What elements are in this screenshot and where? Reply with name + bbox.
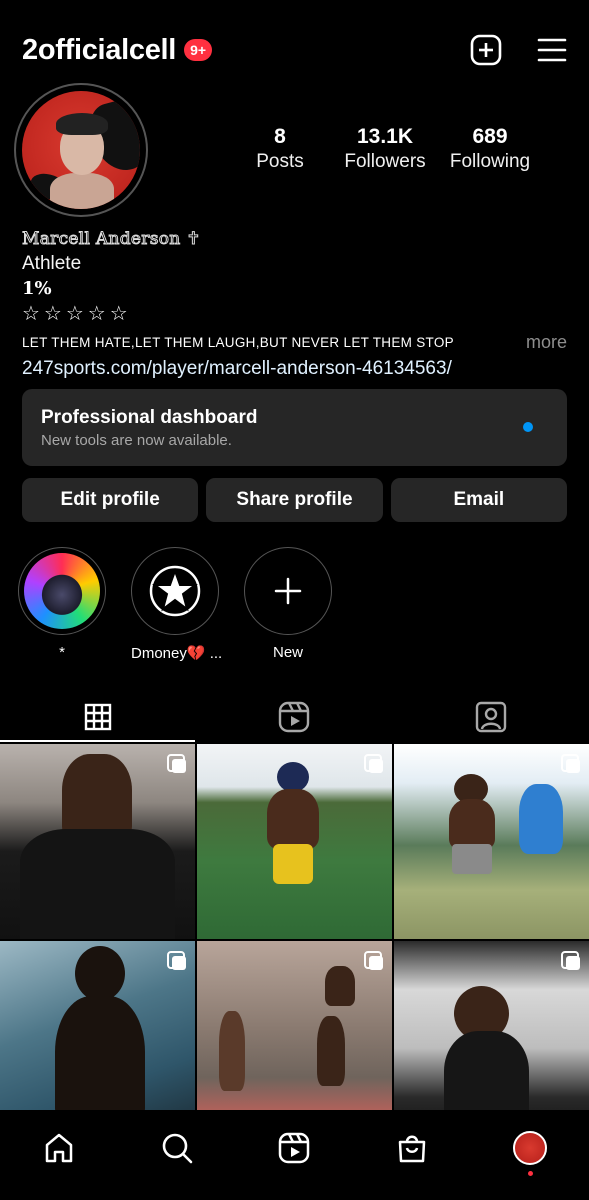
- home-icon: [45, 1133, 73, 1163]
- carousel-icon: [167, 951, 186, 970]
- tab-reels[interactable]: [196, 690, 392, 744]
- carousel-icon: [364, 951, 383, 970]
- post-thumbnail[interactable]: [394, 941, 589, 1136]
- nav-profile[interactable]: [510, 1128, 550, 1176]
- menu-icon[interactable]: [535, 33, 569, 67]
- posts-grid: [0, 744, 589, 1136]
- bio-stars: ☆☆☆☆☆: [22, 303, 132, 325]
- reels-icon: [279, 701, 310, 733]
- bio-motto: LET THEM HATE,LET THEM LAUGH,BUT NEVER L…: [22, 335, 454, 350]
- bio-category: Athlete: [22, 253, 82, 274]
- stat-following[interactable]: 689 Following: [440, 125, 540, 173]
- avatar-image: [22, 91, 140, 209]
- share-profile-button[interactable]: Share profile: [206, 478, 383, 522]
- new-highlight-button[interactable]: New: [244, 547, 332, 662]
- profile-actions: Edit profile Share profile Email: [22, 478, 567, 522]
- carousel-icon: [561, 754, 580, 773]
- highlight-cover: [131, 547, 219, 635]
- new-indicator-dot: [523, 422, 533, 432]
- bottom-navigation: [0, 1110, 589, 1200]
- post-thumbnail[interactable]: [197, 744, 392, 939]
- nav-reels[interactable]: [274, 1128, 314, 1168]
- profile-avatar-icon: [513, 1131, 548, 1165]
- highlight-label: *: [59, 644, 65, 661]
- stat-number: 689: [472, 125, 508, 148]
- bio-line: 1%: [22, 278, 52, 299]
- search-icon: [162, 1133, 192, 1164]
- dashboard-subtitle: New tools are now available.: [41, 432, 232, 449]
- nav-shop[interactable]: [392, 1128, 432, 1168]
- highlight-label: Dmoney💔 ...: [131, 645, 223, 662]
- carousel-icon: [364, 754, 383, 773]
- bio-display-name: Marcell Anderson ✝: [22, 229, 201, 250]
- highlight-label: New: [272, 644, 303, 661]
- shop-icon: [399, 1135, 426, 1163]
- stat-label: Following: [449, 151, 531, 172]
- stat-followers[interactable]: 13.1K Followers: [335, 125, 435, 173]
- post-thumbnail[interactable]: [394, 744, 589, 939]
- profile-username[interactable]: 2officialcell: [22, 34, 176, 67]
- stat-number: 8: [274, 125, 286, 148]
- nav-home[interactable]: [39, 1128, 79, 1168]
- grid-icon: [84, 703, 112, 731]
- stat-posts[interactable]: 8 Posts: [230, 125, 330, 173]
- post-thumbnail[interactable]: [0, 941, 195, 1136]
- highlight-item[interactable]: Dmoney💔 ...: [131, 547, 223, 662]
- email-button[interactable]: Email: [390, 478, 567, 522]
- post-thumbnail[interactable]: [197, 941, 392, 1136]
- active-tab-indicator: [0, 740, 195, 742]
- stat-label: Posts: [256, 151, 304, 172]
- stat-number: 13.1K: [356, 125, 414, 148]
- story-highlights: * Dmoney💔 ... New: [18, 547, 332, 662]
- plus-icon: [274, 577, 302, 605]
- profile-avatar[interactable]: [14, 83, 148, 217]
- bio-motto-row: LET THEM HATE,LET THEM LAUGH,BUT NEVER L…: [22, 332, 567, 353]
- edit-profile-button[interactable]: Edit profile: [22, 478, 199, 522]
- top-bar: 2officialcell 9+: [22, 22, 569, 78]
- notification-badge[interactable]: 9+: [184, 39, 213, 61]
- tab-grid[interactable]: [0, 690, 196, 744]
- highlight-item[interactable]: *: [18, 547, 106, 662]
- highlight-cover: [244, 547, 332, 635]
- highlight-cover: [18, 547, 106, 635]
- create-icon[interactable]: [469, 33, 503, 67]
- post-thumbnail[interactable]: [0, 744, 195, 939]
- stat-label: Followers: [344, 151, 426, 172]
- carousel-icon: [561, 951, 580, 970]
- star-icon: [149, 565, 201, 617]
- profile-stats: 8 Posts 13.1K Followers 689 Following: [230, 125, 540, 173]
- header-actions: [469, 33, 569, 67]
- bio-more-link[interactable]: more: [526, 332, 567, 353]
- professional-dashboard[interactable]: Professional dashboard New tools are now…: [22, 389, 567, 466]
- carousel-icon: [167, 754, 186, 773]
- profile-bio: Marcell Anderson ✝ Athlete 1% ☆☆☆☆☆ LET …: [22, 229, 568, 380]
- activity-dot: [527, 1171, 533, 1176]
- tagged-icon: [475, 701, 507, 733]
- dashboard-title: Professional dashboard: [41, 407, 258, 428]
- nav-search[interactable]: [157, 1128, 197, 1168]
- tab-tagged[interactable]: [393, 690, 589, 744]
- profile-tabs: [0, 690, 589, 744]
- reels-icon: [279, 1132, 310, 1164]
- bio-website-link[interactable]: 247sports.com/player/marcell-anderson-46…: [22, 358, 567, 380]
- wolf-image: [24, 553, 100, 629]
